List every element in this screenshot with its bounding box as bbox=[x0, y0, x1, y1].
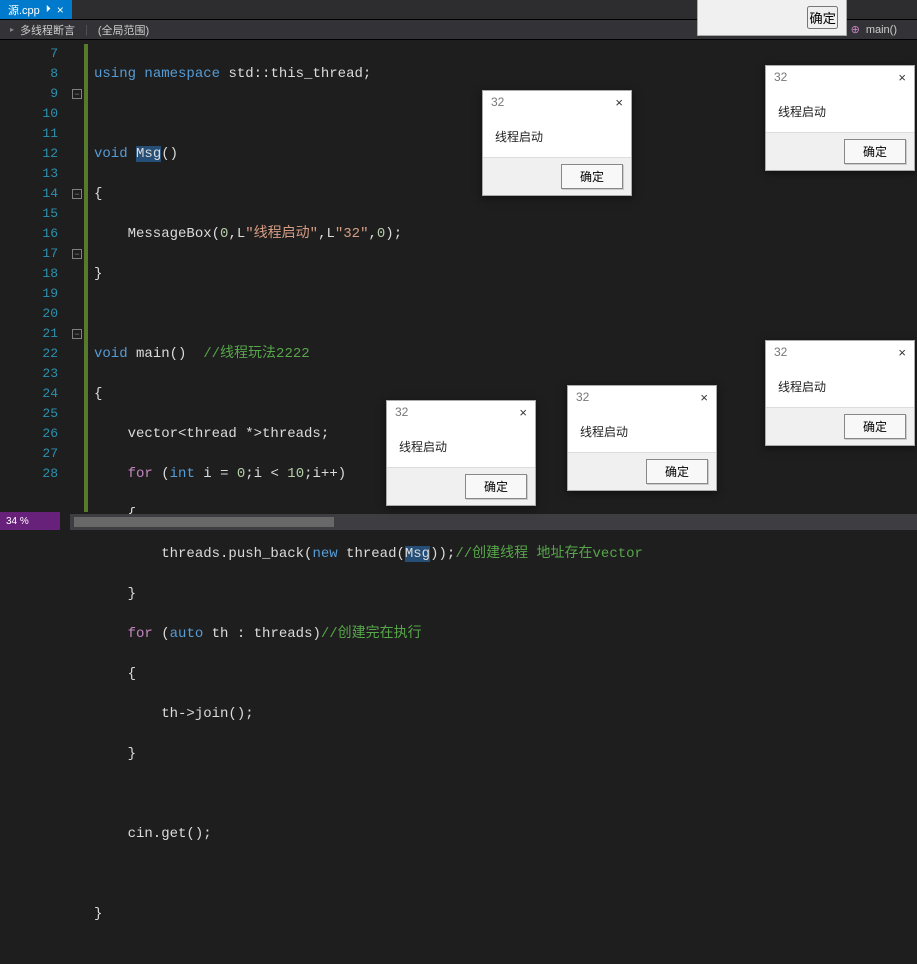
dialog-text: 线程启动 bbox=[766, 87, 914, 132]
horizontal-scrollbar[interactable] bbox=[70, 514, 917, 530]
line-number: 17 bbox=[0, 244, 70, 264]
status-bar: 34 % bbox=[0, 512, 60, 530]
close-icon[interactable]: × bbox=[615, 95, 623, 110]
fold-toggle[interactable]: − bbox=[72, 189, 82, 199]
line-number: 22 bbox=[0, 344, 70, 364]
dialog-text: 线程启动 bbox=[483, 112, 631, 157]
line-number-gutter: 7891011121314151617181920212223242526272… bbox=[0, 40, 70, 512]
line-number: 24 bbox=[0, 384, 70, 404]
fold-toggle[interactable]: − bbox=[72, 329, 82, 339]
line-number: 23 bbox=[0, 364, 70, 384]
ok-button[interactable]: 确定 bbox=[646, 459, 708, 484]
zoom-level[interactable]: 34 % bbox=[6, 516, 29, 527]
fold-toggle[interactable]: − bbox=[72, 89, 82, 99]
close-icon[interactable]: × bbox=[898, 345, 906, 360]
ok-button[interactable]: 确定 bbox=[561, 164, 623, 189]
line-number: 19 bbox=[0, 284, 70, 304]
line-number: 28 bbox=[0, 464, 70, 484]
ok-button[interactable]: 确定 bbox=[844, 139, 906, 164]
fold-gutter: − − − − bbox=[70, 40, 84, 512]
dialog-text: 线程启动 bbox=[766, 362, 914, 407]
breadcrumb-function[interactable]: ⊕ main() bbox=[841, 23, 917, 36]
ok-button[interactable]: 确定 bbox=[807, 6, 838, 29]
line-number: 12 bbox=[0, 144, 70, 164]
dialog-title: 32 bbox=[491, 95, 504, 110]
messagebox[interactable]: 32 × 线程启动 确定 bbox=[482, 90, 632, 196]
line-number: 25 bbox=[0, 404, 70, 424]
dialog-text: 线程启动 bbox=[387, 422, 535, 467]
messagebox[interactable]: 32 × 线程启动 确定 bbox=[386, 400, 536, 506]
messagebox[interactable]: 32 × 线程启动 确定 bbox=[765, 65, 915, 171]
close-icon[interactable]: × bbox=[519, 405, 527, 420]
line-number: 8 bbox=[0, 64, 70, 84]
tab-close-icon[interactable]: × bbox=[57, 3, 64, 17]
messagebox[interactable]: 32 × 线程启动 确定 bbox=[765, 340, 915, 446]
chevron-right-icon: ▸ bbox=[10, 25, 14, 34]
scrollbar-thumb[interactable] bbox=[74, 517, 334, 527]
file-tab[interactable]: 源.cpp ⏵ × bbox=[0, 0, 72, 19]
dialog-title: 32 bbox=[395, 405, 408, 420]
line-number: 10 bbox=[0, 104, 70, 124]
line-number: 21 bbox=[0, 324, 70, 344]
line-number: 20 bbox=[0, 304, 70, 324]
messagebox[interactable]: 32 × 线程启动 确定 bbox=[567, 385, 717, 491]
line-number: 27 bbox=[0, 444, 70, 464]
line-number: 13 bbox=[0, 164, 70, 184]
line-number: 15 bbox=[0, 204, 70, 224]
messagebox-partial: 确定 bbox=[697, 0, 847, 36]
breadcrumb-project[interactable]: ▸ 多线程断言 bbox=[0, 22, 85, 38]
dialog-title: 32 bbox=[576, 390, 589, 405]
dialog-title: 32 bbox=[774, 70, 787, 85]
ok-button[interactable]: 确定 bbox=[465, 474, 527, 499]
line-number: 16 bbox=[0, 224, 70, 244]
ok-button[interactable]: 确定 bbox=[844, 414, 906, 439]
line-number: 14 bbox=[0, 184, 70, 204]
line-number: 7 bbox=[0, 44, 70, 64]
line-number: 9 bbox=[0, 84, 70, 104]
pin-icon[interactable]: ⏵ bbox=[46, 4, 51, 15]
close-icon[interactable]: × bbox=[898, 70, 906, 85]
file-tab-label: 源.cpp bbox=[8, 2, 40, 18]
dialog-text: 线程启动 bbox=[568, 407, 716, 452]
line-number: 18 bbox=[0, 264, 70, 284]
close-icon[interactable]: × bbox=[700, 390, 708, 405]
line-number: 11 bbox=[0, 124, 70, 144]
dialog-title: 32 bbox=[774, 345, 787, 360]
line-number: 26 bbox=[0, 424, 70, 444]
fold-toggle[interactable]: − bbox=[72, 249, 82, 259]
